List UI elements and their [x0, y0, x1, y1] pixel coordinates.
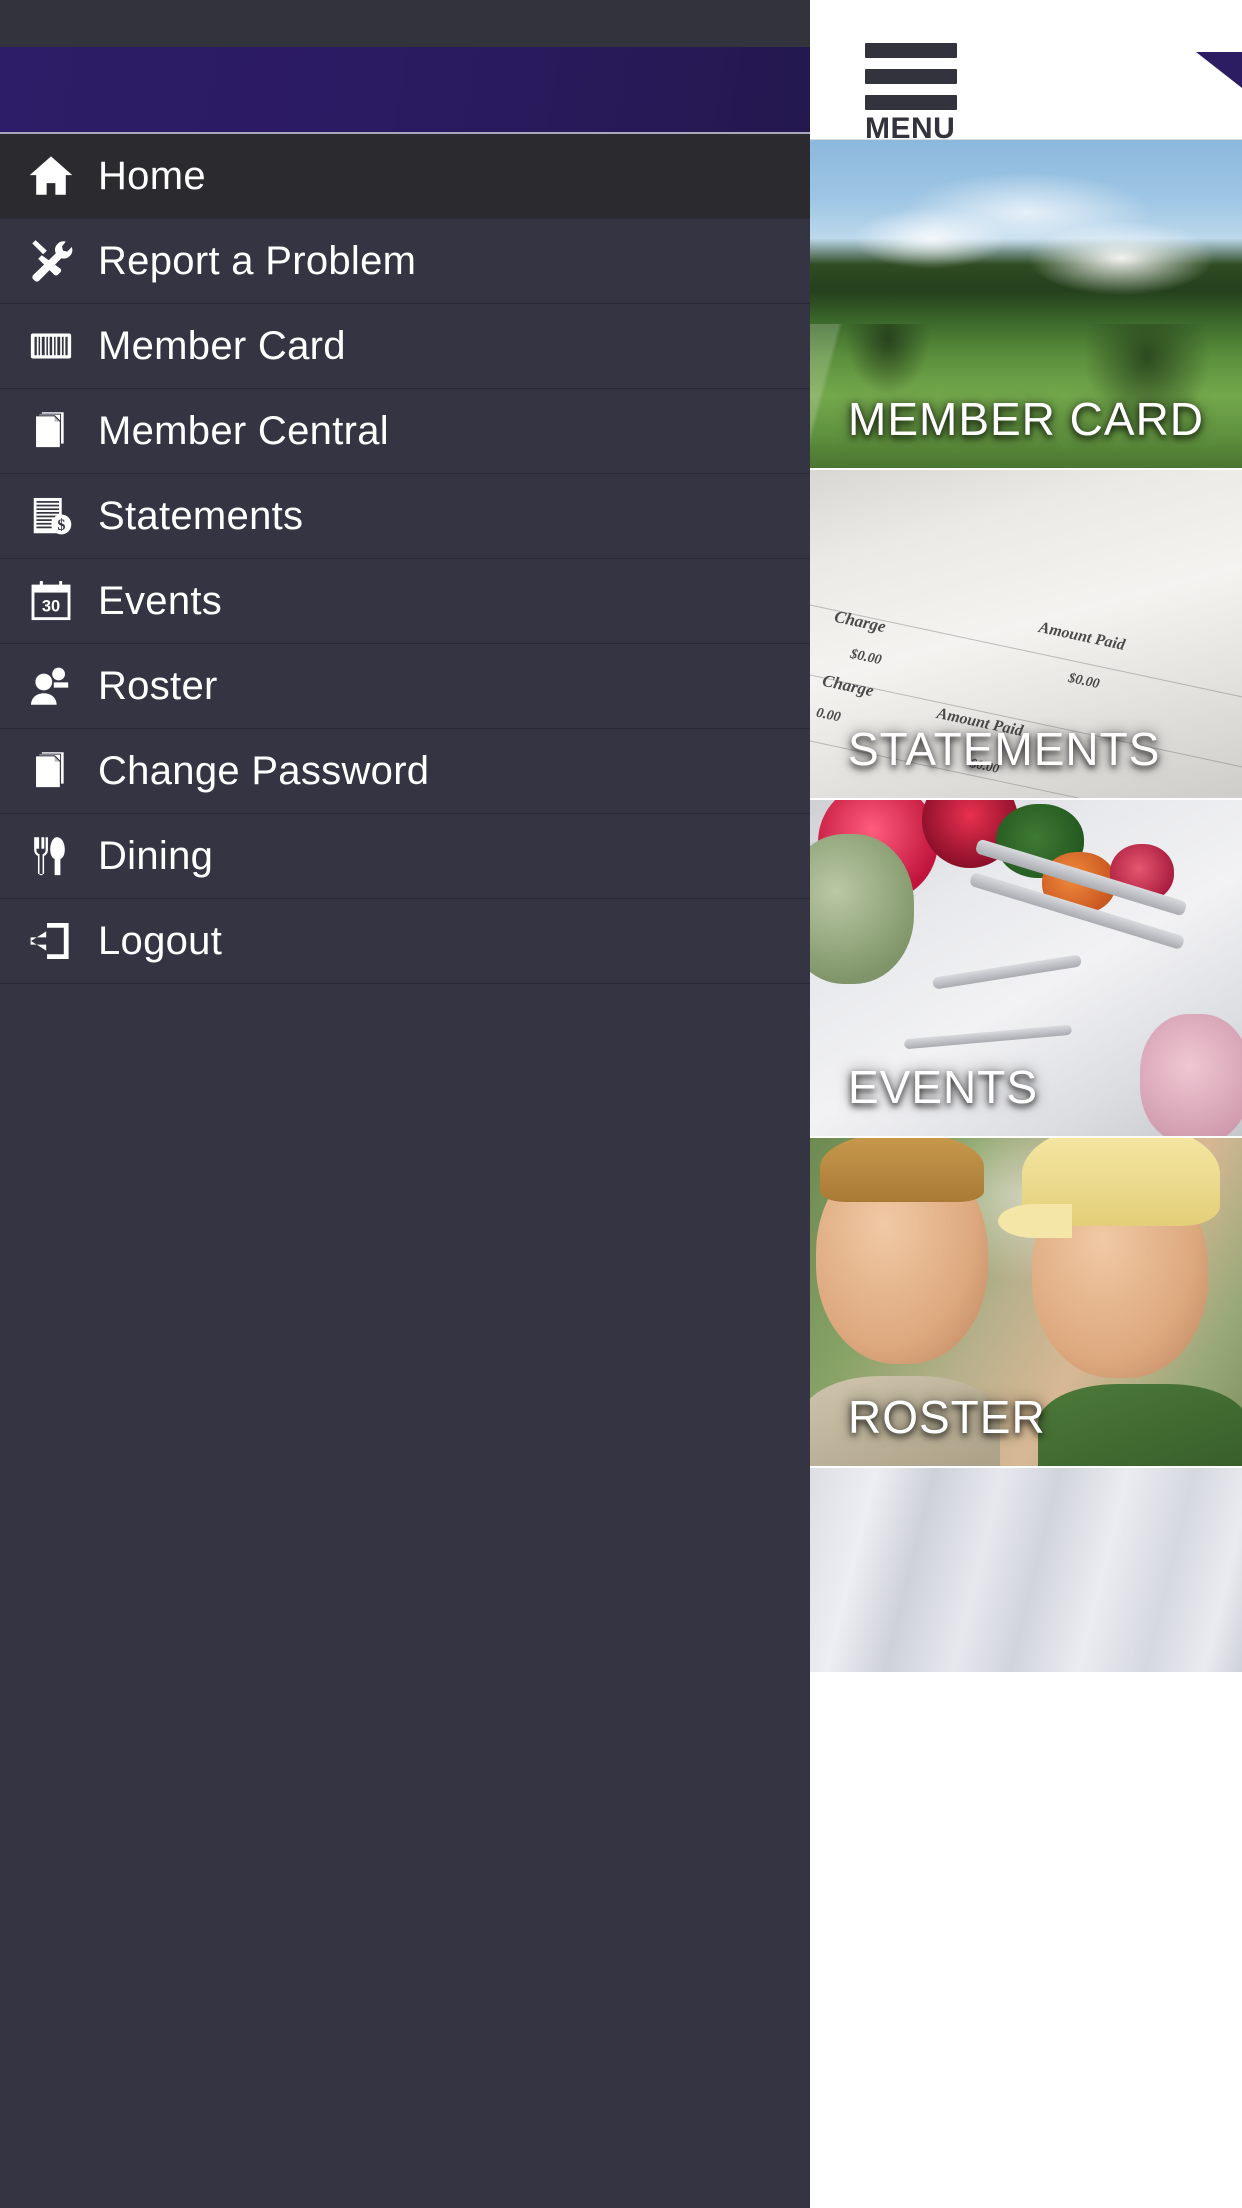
- menu-button[interactable]: MENU: [865, 43, 990, 145]
- sidebar-item-label: Change Password: [98, 749, 430, 793]
- sidebar-item-change-password[interactable]: Change Password: [0, 729, 810, 814]
- sidebar-item-label: Statements: [98, 494, 304, 538]
- sidebar-item-label: Events: [98, 579, 223, 623]
- content-pane: MENU MEMBER CARD Charge Charge $0.00 0.0…: [810, 0, 1242, 2208]
- sidebar-item-logout[interactable]: Logout: [0, 899, 810, 984]
- home-icon: [22, 147, 80, 205]
- navigation-drawer: Home Report a Problem Member Card Member…: [0, 0, 810, 2208]
- tile-events[interactable]: EVENTS: [810, 800, 1242, 1138]
- sidebar-item-label: Member Card: [98, 324, 346, 368]
- app-root: MENU MEMBER CARD Charge Charge $0.00 0.0…: [0, 0, 1242, 2208]
- drawer-empty-area: [0, 984, 810, 1864]
- sidebar-item-label: Logout: [98, 919, 223, 963]
- tile-caption: ROSTER: [848, 1391, 1046, 1443]
- calendar-30-icon: 30: [22, 572, 80, 630]
- sidebar-item-roster[interactable]: Roster: [0, 644, 810, 729]
- tile-caption: EVENTS: [848, 1061, 1039, 1113]
- tile-partial[interactable]: [810, 1468, 1242, 1674]
- top-bar: MENU: [810, 0, 1242, 145]
- sidebar-item-label: Dining: [98, 834, 214, 878]
- sidebar-item-label: Roster: [98, 664, 218, 708]
- hamburger-menu-icon: [865, 43, 957, 110]
- corner-flag-icon: [1196, 52, 1242, 88]
- svg-text:$: $: [57, 517, 65, 534]
- sidebar-item-events[interactable]: 30 Events: [0, 559, 810, 644]
- sidebar-item-report-a-problem[interactable]: Report a Problem: [0, 219, 810, 304]
- sidebar-item-member-central[interactable]: Member Central: [0, 389, 810, 474]
- tile-caption: MEMBER CARD: [848, 393, 1205, 445]
- sidebar-nav: Home Report a Problem Member Card Member…: [0, 134, 810, 984]
- fork-knife-icon: [22, 827, 80, 885]
- drawer-brand-bar: [0, 47, 810, 134]
- sidebar-item-home[interactable]: Home: [0, 134, 810, 219]
- cloth-photo: [810, 1468, 1242, 1672]
- tile-roster[interactable]: ROSTER: [810, 1138, 1242, 1468]
- sidebar-item-label: Report a Problem: [98, 239, 417, 283]
- people-group-icon: [22, 657, 80, 715]
- sidebar-item-label: Member Central: [98, 409, 389, 453]
- documents-icon: [22, 742, 80, 800]
- logout-arrow-icon: [22, 912, 80, 970]
- status-bar-spacer: [0, 0, 810, 47]
- svg-text:30: 30: [42, 598, 60, 616]
- sidebar-item-label: Home: [98, 154, 206, 198]
- tile-list: MEMBER CARD Charge Charge $0.00 0.00 Amo…: [810, 140, 1242, 1674]
- tile-statements[interactable]: Charge Charge $0.00 0.00 Amount Paid Amo…: [810, 470, 1242, 800]
- tile-member-card[interactable]: MEMBER CARD: [810, 140, 1242, 470]
- tools-icon: [22, 232, 80, 290]
- invoice-dollar-icon: $: [22, 487, 80, 545]
- sidebar-item-member-card[interactable]: Member Card: [0, 304, 810, 389]
- documents-icon: [22, 402, 80, 460]
- barcode-icon: [22, 317, 80, 375]
- sidebar-item-dining[interactable]: Dining: [0, 814, 810, 899]
- tile-caption: STATEMENTS: [848, 723, 1161, 775]
- sidebar-item-statements[interactable]: $ Statements: [0, 474, 810, 559]
